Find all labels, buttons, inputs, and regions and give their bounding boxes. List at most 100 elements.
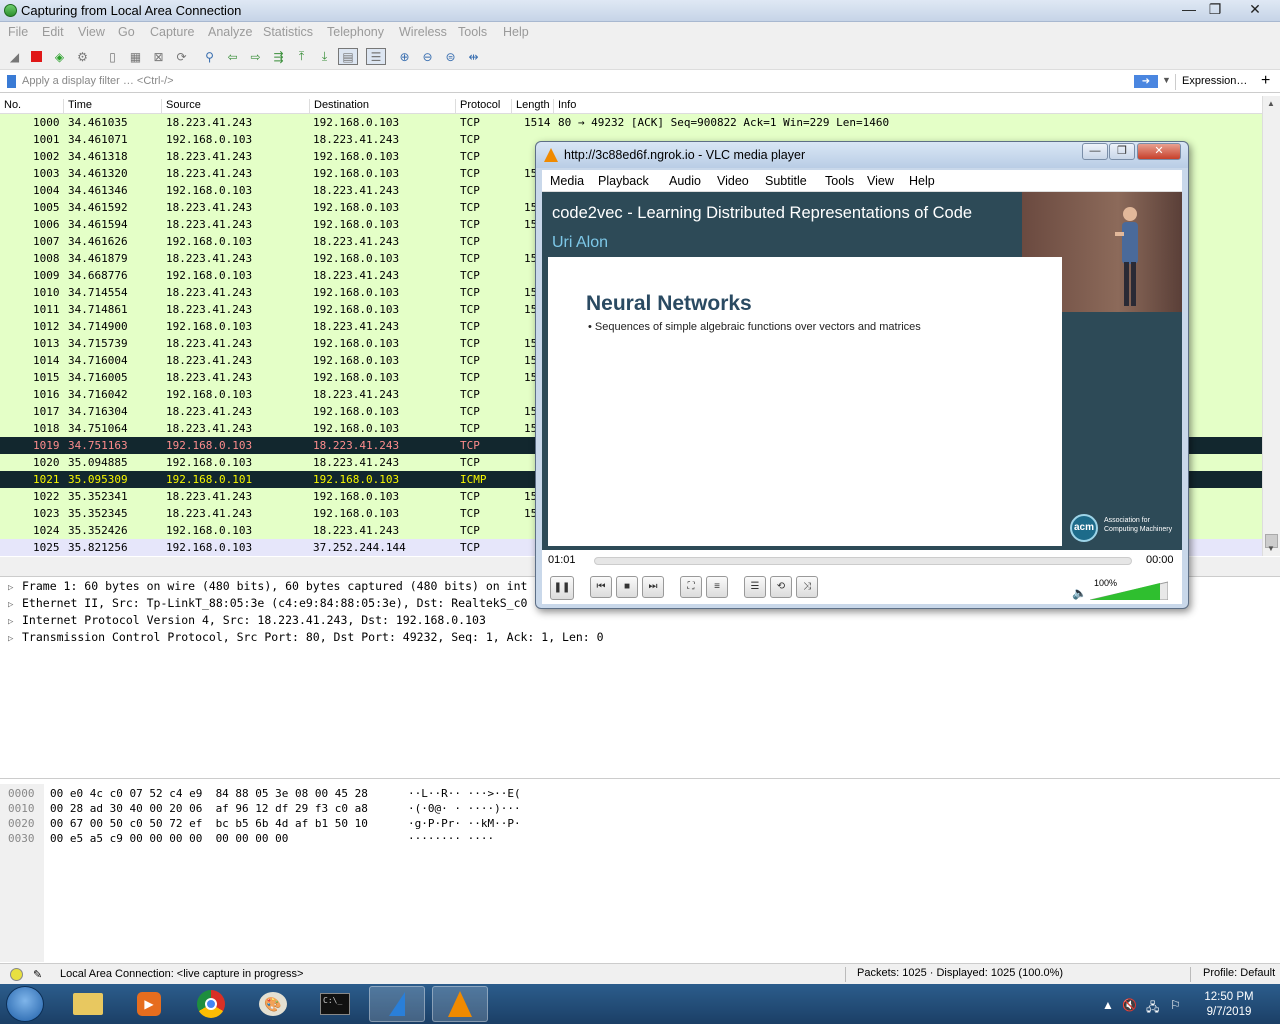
taskbar-explorer-folder-icon[interactable] xyxy=(60,986,116,1022)
scroll-up-icon[interactable]: ▲ xyxy=(1267,99,1275,108)
detail-row-frame[interactable]: ▷ Frame 1: 60 bytes on wire (480 bits), 6… xyxy=(8,578,527,595)
packet-list-scrollbar[interactable]: ▲ ▼ xyxy=(1262,96,1280,556)
menu-analyze[interactable]: Analyze xyxy=(208,25,252,39)
hex-row[interactable]: 00 28 ad 30 40 00 20 06 af 96 12 df 29 f… xyxy=(50,801,368,816)
remaining-time[interactable]: 00:00 xyxy=(1146,554,1174,566)
menu-telephony[interactable]: Telephony xyxy=(327,25,384,39)
add-filter-button[interactable]: + xyxy=(1261,72,1270,90)
capture-options-icon[interactable]: ⚙ xyxy=(74,48,91,65)
vlc-menu-tools[interactable]: Tools xyxy=(825,174,854,188)
vlc-close-button[interactable]: ✕ xyxy=(1137,143,1181,160)
vlc-menu-media[interactable]: Media xyxy=(550,174,584,188)
next-button[interactable]: ⏭ xyxy=(642,576,664,598)
vlc-minimize-button[interactable]: — xyxy=(1082,143,1108,160)
last-packet-icon[interactable]: ⤓ xyxy=(316,48,333,65)
tray-volume-muted-icon[interactable]: 🔇 xyxy=(1122,998,1137,1012)
go-back-icon[interactable]: ⇦ xyxy=(224,48,241,65)
vlc-menu-audio[interactable]: Audio xyxy=(669,174,701,188)
vlc-maximize-button[interactable]: ❐ xyxy=(1109,143,1135,160)
column-length[interactable]: Length xyxy=(511,99,550,115)
reload-file-icon[interactable]: ⟳ xyxy=(173,48,190,65)
hex-row[interactable]: 00 e0 4c c0 07 52 c4 e9 84 88 05 3e 08 0… xyxy=(50,786,368,801)
pause-button[interactable]: ❚❚ xyxy=(550,576,574,600)
autoscroll-icon[interactable]: ▤ xyxy=(338,48,358,65)
vlc-video-area[interactable]: code2vec - Learning Distributed Represen… xyxy=(542,192,1182,550)
capture-status-led-icon[interactable] xyxy=(10,968,23,981)
column-info[interactable]: Info xyxy=(553,99,576,115)
previous-button[interactable]: ⏮ xyxy=(590,576,612,598)
expression-button[interactable]: Expression… xyxy=(1182,75,1247,87)
vlc-menu-help[interactable]: Help xyxy=(909,174,935,188)
column-protocol[interactable]: Protocol xyxy=(455,99,500,115)
ascii-row[interactable]: ·(·0@· · ····)··· xyxy=(408,801,521,816)
vlc-menu-video[interactable]: Video xyxy=(717,174,749,188)
open-file-icon[interactable]: ▯ xyxy=(104,48,121,65)
first-packet-icon[interactable]: ⤒ xyxy=(293,48,310,65)
maximize-button[interactable]: ❐ xyxy=(1202,0,1228,20)
vlc-menu-view[interactable]: View xyxy=(867,174,894,188)
tray-action-center-flag-icon[interactable]: ⚐ xyxy=(1170,998,1181,1012)
hex-row[interactable]: 00 67 00 50 c0 50 72 ef bc b5 6b 4d af b… xyxy=(50,816,368,831)
expand-arrow-icon[interactable]: ▷ xyxy=(8,631,22,648)
shark-fin-start-icon[interactable]: ◢ xyxy=(6,48,23,65)
stop-button[interactable]: ■ xyxy=(616,576,638,598)
close-button[interactable]: ✕ xyxy=(1240,0,1270,20)
taskbar-chrome-icon[interactable] xyxy=(183,986,239,1022)
find-packet-icon[interactable]: ⚲ xyxy=(201,48,218,65)
taskbar-wireshark-icon[interactable] xyxy=(369,986,425,1022)
menu-tools[interactable]: Tools xyxy=(458,25,487,39)
volume-slider[interactable] xyxy=(1090,580,1168,600)
close-file-icon[interactable]: ⊠ xyxy=(150,48,167,65)
extended-settings-button[interactable]: ≡ xyxy=(706,576,728,598)
taskbar-media-player-icon[interactable]: ▶ xyxy=(121,986,177,1022)
go-to-packet-icon[interactable]: ⇶ xyxy=(270,48,287,65)
seek-slider[interactable] xyxy=(594,557,1132,565)
tray-network-icon[interactable]: 🖧 xyxy=(1146,998,1159,1019)
playlist-button[interactable]: ☰ xyxy=(744,576,766,598)
apply-filter-arrow-icon[interactable]: ➜ xyxy=(1134,75,1158,88)
column-source[interactable]: Source xyxy=(161,99,201,115)
menu-file[interactable]: File xyxy=(8,25,28,39)
ascii-row[interactable]: ··L··R·· ···>··E( xyxy=(408,786,521,801)
minimize-button[interactable]: — xyxy=(1176,0,1202,20)
ascii-row[interactable]: ········ ···· xyxy=(408,831,494,846)
vlc-menu-playback[interactable]: Playback xyxy=(598,174,649,188)
fullscreen-button[interactable]: ⛶ xyxy=(680,576,702,598)
zoom-in-icon[interactable]: ⊕ xyxy=(396,48,413,65)
zoom-out-icon[interactable]: ⊖ xyxy=(419,48,436,65)
taskbar-vlc-icon[interactable] xyxy=(432,986,488,1022)
colorize-icon[interactable]: ☰ xyxy=(366,48,386,65)
taskbar-clock[interactable]: 12:50 PM 9/7/2019 xyxy=(1196,990,1262,1020)
column-destination[interactable]: Destination xyxy=(309,99,369,115)
status-profile[interactable]: Profile: Default xyxy=(1190,967,1275,982)
capture-comment-icon[interactable]: ✎ xyxy=(33,968,42,981)
column-time[interactable]: Time xyxy=(63,99,92,115)
stop-capture-icon[interactable] xyxy=(28,48,45,65)
table-row[interactable]: 1000 34.461035 18.223.41.243 192.168.0.103 T… xyxy=(0,114,1262,131)
vlc-title-bar[interactable]: http://3c88ed6f.ngrok.io - VLC media pla… xyxy=(536,142,1188,168)
menu-capture[interactable]: Capture xyxy=(150,25,194,39)
normal-size-icon[interactable]: ⊜ xyxy=(442,48,459,65)
ascii-row[interactable]: ·g·P·Pr· ··kM··P· xyxy=(408,816,521,831)
bookmark-icon[interactable] xyxy=(7,75,16,88)
go-forward-icon[interactable]: ⇨ xyxy=(247,48,264,65)
menu-statistics[interactable]: Statistics xyxy=(263,25,313,39)
detail-row-ip[interactable]: ▷ Internet Protocol Version 4, Src: 18.22… xyxy=(8,612,486,629)
restart-capture-icon[interactable]: ◈ xyxy=(51,48,68,65)
scroll-down-icon[interactable]: ▼ xyxy=(1267,544,1275,553)
menu-edit[interactable]: Edit xyxy=(42,25,64,39)
detail-row-tcp[interactable]: ▷ Transmission Control Protocol, Src Port… xyxy=(8,629,604,646)
detail-row-ethernet[interactable]: ▷ Ethernet II, Src: Tp-LinkT_88:05:3e (c4… xyxy=(8,595,527,612)
start-button-windows-logo-icon[interactable] xyxy=(6,986,44,1022)
elapsed-time[interactable]: 01:01 xyxy=(548,554,576,566)
column-no[interactable]: No. xyxy=(0,99,21,115)
shuffle-button[interactable]: ⤨ xyxy=(796,576,818,598)
volume-speaker-icon[interactable]: 🔈 xyxy=(1072,586,1087,600)
taskbar-paint-icon[interactable]: 🎨 xyxy=(245,986,301,1022)
display-filter-input[interactable]: Apply a display filter … <Ctrl-/> xyxy=(22,75,174,87)
resize-columns-icon[interactable]: ⇹ xyxy=(465,48,482,65)
vlc-menu-subtitle[interactable]: Subtitle xyxy=(765,174,807,188)
loop-button[interactable]: ⟲ xyxy=(770,576,792,598)
menu-go[interactable]: Go xyxy=(118,25,135,39)
menu-view[interactable]: View xyxy=(78,25,105,39)
